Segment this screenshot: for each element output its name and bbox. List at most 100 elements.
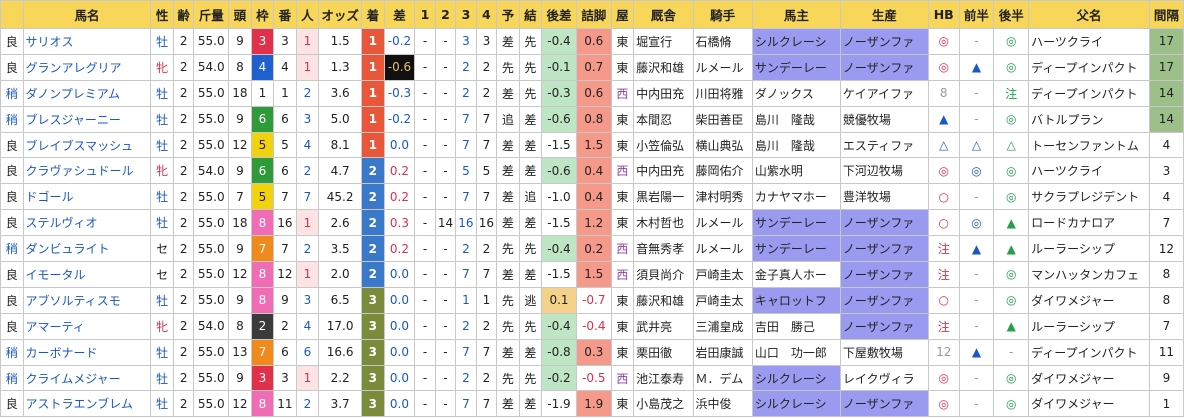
corner-1: - [414,157,436,185]
corner-2: - [434,235,457,263]
trainer: 小笠倫弘 [633,131,694,159]
breeder: ノーザンファ [839,209,929,237]
hb-mark: 12 [927,338,960,366]
column-header[interactable]: オッズ [318,0,363,29]
time-diff: -0.3 [383,79,416,107]
column-header[interactable]: 間隔 [1148,0,1184,29]
owner: 山口 功一郎 [751,338,841,366]
horse-name-link[interactable]: アマーティ [22,312,152,340]
table-row[interactable]: 稍クライムメジャー牡 2 55.0 9 3 3 1 2.2 3 0.0- -2 2 先先 -0.2 -0.5… [0,364,1184,392]
column-header[interactable]: 枠 [250,0,275,29]
predicted-style: 先 [496,312,520,340]
column-header[interactable]: 4 [475,0,498,29]
table-row[interactable]: 稍カーボナード牡 2 55.0 13 7 6 6 16.6 3 0.0- -7 7 差差 -0.8 0.3 東… [0,338,1184,366]
sex: 牡 [150,79,174,107]
horse-name-link[interactable]: サリオス [22,28,152,55]
track-condition: 良 [0,261,24,288]
corner-1: - [414,28,436,55]
jockey: 津村明秀 [692,183,753,211]
horse-name-link[interactable]: アストラエンブレム [22,390,152,418]
corner-1: - [414,261,436,288]
table-row[interactable]: 良サリオス牡 2 55.0 9 3 3 1 1.5 1 -0.2- -3 3 差先 -0.4 0.6 東堀宣行… [0,28,1184,55]
breeder: 競優牧場 [839,105,929,133]
sire-name: ロードカナロア [1028,209,1150,237]
column-header[interactable]: 齢 [172,0,195,29]
corner-1: - [414,364,436,392]
breeder: ノーザンファ [839,235,929,263]
column-header[interactable]: 斤量 [193,0,230,29]
horse-number: 6 [273,105,297,133]
column-header[interactable]: 3 [455,0,477,29]
breeder: ノーザンファ [839,261,929,288]
column-header[interactable]: 予 [496,0,520,29]
track-condition: 良 [0,28,24,55]
column-header[interactable]: 前半 [958,0,995,29]
column-header[interactable]: 生産 [839,0,929,29]
column-header[interactable]: 頭 [228,0,252,29]
column-header[interactable]: 1 [414,0,436,29]
column-header[interactable]: 性 [150,0,174,29]
horse-name-link[interactable]: カーボナード [22,338,152,366]
column-header[interactable]: 詰脚 [575,0,612,29]
horse-name-link[interactable]: ブレスジャーニー [22,105,152,133]
horse-name-link[interactable]: ドゴール [22,183,152,211]
horse-name-link[interactable]: クラヴァシュドール [22,157,152,185]
table-row[interactable]: 良イモータルセ 2 55.0 12 8 12 1 2.0 2 0.0- -7 7 差差 -1.5 1.5 西須… [0,261,1184,288]
odds: 17.0 [318,312,363,340]
second-half-mark: ◎ [993,261,1030,288]
age: 2 [172,28,195,55]
table-row[interactable]: 良クラヴァシュドール牝 2 54.0 9 6 6 2 4.7 2 0.2- -5 5 差差 -0.6 0.4… [0,157,1184,185]
sire-name: ルーラーシップ [1028,235,1150,263]
column-header[interactable]: 人 [295,0,320,29]
column-header[interactable]: 2 [434,0,457,29]
horse-name-link[interactable]: ダンビュライト [22,235,152,263]
column-header[interactable]: 後差 [541,0,577,29]
table-row[interactable]: 良アストラエンブレム牡 2 55.0 12 8 11 2 3.7 3 0.0- -7 7 差差 -1.9 1… [0,390,1184,418]
hb-mark: ▲ [927,105,960,133]
last-3f-diff: -1.5 [541,261,577,288]
predicted-style: 差 [496,183,520,211]
column-header[interactable]: 着 [361,0,385,29]
horse-name-link[interactable]: グランアレグリア [22,53,152,81]
last-3f-diff: -0.3 [541,79,577,107]
column-header[interactable] [0,0,24,29]
finishing-kick: 0.8 [575,105,612,133]
column-header[interactable]: 後半 [993,0,1030,29]
table-row[interactable]: 稍ダンビュライトセ 2 55.0 9 7 7 2 3.5 2 0.2- -2 2 先先 -0.4 0.2 西音… [0,235,1184,263]
table-row[interactable]: 良ステルヴィオ牡 2 55.0 18 8 16 1 2.6 2 0.3-14 16 16 差差 -1.5 1… [0,209,1184,237]
horse-name-link[interactable]: ダノンプレミアム [22,79,152,107]
table-row[interactable]: 良アマーティ牝 2 54.0 8 2 2 4 17.0 3 0.0- -2 2 先先 -0.4 -0.4 東武… [0,312,1184,340]
horse-name-link[interactable]: アブソルティスモ [22,286,152,314]
owner: キャロットフ [751,286,841,314]
column-header[interactable]: 父名 [1028,0,1150,29]
table-row[interactable]: 良ドゴール牡 2 55.0 7 5 7 7 45.2 2 0.2- -7 7 差追 -1.0 0.4 東黒岩陽… [0,183,1184,211]
column-header[interactable]: 馬名 [22,0,152,29]
horse-name-link[interactable]: ステルヴィオ [22,209,152,237]
column-header[interactable]: 結 [518,0,543,29]
corner-4: 3 [475,28,498,55]
corner-2: - [434,183,457,211]
race-interval: 17 [1148,53,1184,81]
popularity: 3 [295,105,320,133]
table-row[interactable]: 稍ダノンプレミアム牡 2 55.0 18 1 1 2 3.6 1 -0.3- -2 2 差先 -0.3 0.… [0,79,1184,107]
table-row[interactable]: 良グランアレグリア牝 2 54.0 8 4 4 1 1.3 1 -0.6- -2 2 先先 -0.1 0.7… [0,53,1184,81]
column-header[interactable]: 屋 [610,0,635,29]
column-header[interactable]: 馬主 [751,0,841,29]
table-row[interactable]: 稍ブレスジャーニー牡 2 55.0 9 6 6 3 5.0 1 -0.2- -7 7 追差 -0.6 0.8… [0,105,1184,133]
horse-name-link[interactable]: クライムメジャー [22,364,152,392]
column-header[interactable]: 厩舎 [633,0,694,29]
finishing-kick: 0.6 [575,79,612,107]
column-header[interactable]: 差 [383,0,416,29]
corner-3: 2 [455,79,477,107]
horse-name-link[interactable]: ブレイブスマッシュ [22,131,152,159]
horse-number: 9 [273,286,297,314]
column-header[interactable]: 騎手 [692,0,753,29]
sire-name: バトルプラン [1028,105,1150,133]
table-row[interactable]: 良アブソルティスモ牡 2 55.0 9 8 9 3 6.5 3 0.0- -1 1 先逃 0.1 -0.7 東… [0,286,1184,314]
horse-name-link[interactable]: イモータル [22,261,152,288]
column-header[interactable]: 番 [273,0,297,29]
column-header[interactable]: HB [927,0,960,29]
age: 2 [172,157,195,185]
table-row[interactable]: 良ブレイブスマッシュ牡 2 55.0 12 5 5 4 8.1 1 0.0- -7 7 差差 -1.5 1.… [0,131,1184,159]
waku-badge: 3 [250,28,275,55]
